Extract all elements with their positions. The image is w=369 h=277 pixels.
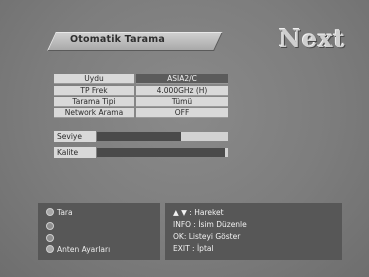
signal-quality-label: Kalite bbox=[54, 147, 96, 158]
signal-quality-fill bbox=[97, 148, 225, 157]
option-antenna-settings[interactable]: Anten Ayarları bbox=[46, 245, 110, 255]
option-empty-2 bbox=[46, 234, 57, 244]
radio-icon bbox=[46, 234, 54, 242]
scan-screen: Otomatik Tarama Next Uydu ASIA2/C TP Fre… bbox=[0, 0, 369, 277]
setting-value-network-search[interactable]: OFF bbox=[136, 108, 228, 118]
help-info: INFO : İsim Düzenle bbox=[173, 220, 247, 229]
option-antenna-label: Anten Ayarları bbox=[57, 245, 111, 254]
options-panel: Tara Anten Ayarları bbox=[38, 203, 160, 260]
option-scan[interactable]: Tara bbox=[46, 208, 73, 218]
page-title: Otomatik Tarama bbox=[70, 34, 165, 45]
setting-label-satellite: Uydu bbox=[54, 74, 134, 84]
signal-level-label: Seviye bbox=[54, 131, 96, 142]
setting-row-tp-frequency[interactable]: TP Frek 4.000GHz (H) bbox=[54, 86, 230, 96]
setting-value-tp-frequency[interactable]: 4.000GHz (H) bbox=[136, 86, 228, 96]
radio-icon bbox=[46, 222, 54, 230]
setting-value-scan-type[interactable]: Tümü bbox=[136, 97, 228, 107]
option-empty-1 bbox=[46, 222, 57, 232]
setting-row-scan-type[interactable]: Tarama Tipi Tümü bbox=[54, 97, 230, 107]
setting-label-scan-type: Tarama Tipi bbox=[54, 97, 134, 107]
signal-level-bar bbox=[97, 132, 228, 141]
scan-radio-icon bbox=[46, 208, 54, 216]
signal-level-fill bbox=[97, 132, 181, 141]
signal-quality-bar bbox=[97, 148, 228, 157]
setting-row-network-search[interactable]: Network Arama OFF bbox=[54, 108, 230, 118]
help-ok: OK: Listeyi Göster bbox=[173, 232, 241, 241]
help-exit: EXIT : İptal bbox=[173, 244, 214, 253]
setting-row-satellite[interactable]: Uydu ASIA2/C bbox=[54, 74, 230, 84]
antenna-radio-icon bbox=[46, 245, 54, 253]
setting-label-network-search: Network Arama bbox=[54, 108, 134, 118]
brand-logo: Next bbox=[279, 24, 346, 53]
help-panel: ▲ ▼ : Hareket INFO : İsim Düzenle OK: Li… bbox=[165, 203, 342, 260]
help-move: ▲ ▼ : Hareket bbox=[173, 208, 224, 217]
option-scan-label: Tara bbox=[57, 208, 73, 217]
setting-label-tp-frequency: TP Frek bbox=[54, 86, 134, 96]
setting-value-satellite[interactable]: ASIA2/C bbox=[136, 74, 228, 84]
